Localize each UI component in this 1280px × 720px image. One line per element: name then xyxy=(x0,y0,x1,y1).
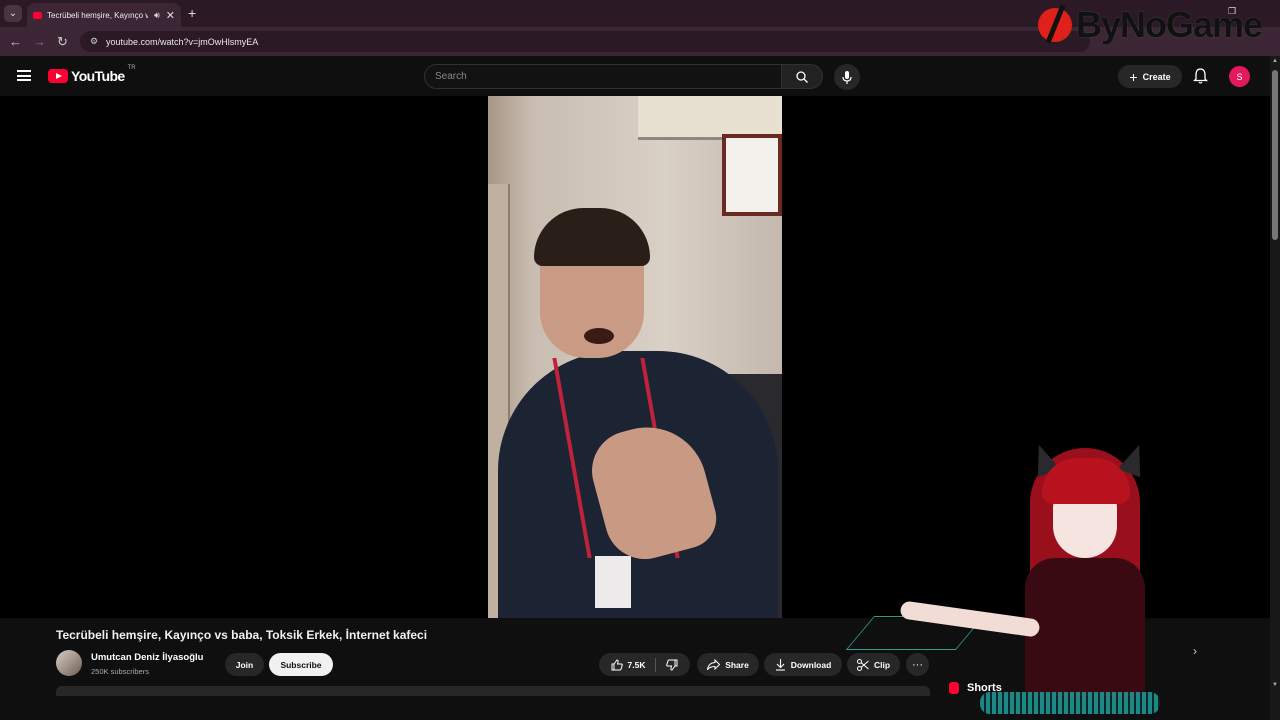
description-box[interactable] xyxy=(56,686,930,696)
scroll-down-arrow-icon[interactable]: ▼ xyxy=(1272,682,1278,688)
url-text: youtube.com/watch?v=jmOwHlsmyEA xyxy=(106,36,259,47)
person-mouth-image xyxy=(584,328,614,344)
scrollbar-thumb[interactable] xyxy=(1272,70,1278,240)
scroll-up-arrow-icon[interactable]: ▲ xyxy=(1272,58,1278,64)
channel-avatar[interactable] xyxy=(56,650,82,676)
like-count[interactable]: 7.5K xyxy=(628,660,646,670)
id-badge-image xyxy=(595,556,631,608)
youtube-wordmark: YouTube xyxy=(71,68,125,84)
share-icon xyxy=(707,659,721,670)
download-button[interactable]: Download xyxy=(764,653,842,676)
vtuber-body-image xyxy=(1025,558,1145,698)
video-frame[interactable] xyxy=(488,96,782,618)
site-settings-icon[interactable]: ⚙︎ xyxy=(88,36,100,48)
chevron-right-icon[interactable]: › xyxy=(1193,644,1197,658)
country-code: TR xyxy=(127,65,136,71)
forward-arrow-icon[interactable]: → xyxy=(33,34,46,49)
new-tab-icon[interactable]: + xyxy=(188,5,196,21)
menu-icon[interactable] xyxy=(17,70,31,81)
tab-title: Tecrübeli hemşire, Kayınço vs baba, Toks… xyxy=(47,10,149,20)
watermark-text: ByNoGame xyxy=(1076,4,1263,45)
youtube-header: YouTube TR Search + Create S xyxy=(0,56,1270,96)
channel-name[interactable]: Umutcan Deniz İlyasoğlu xyxy=(91,652,203,663)
create-button[interactable]: + Create xyxy=(1118,65,1182,88)
share-button[interactable]: Share xyxy=(697,653,759,676)
hologram-keyboard-image xyxy=(980,692,1160,714)
youtube-play-icon xyxy=(48,69,68,83)
download-label: Download xyxy=(790,659,832,670)
bynogame-logo-icon xyxy=(1038,8,1072,42)
browser-tab[interactable]: Tecrübeli hemşire, Kayınço vs baba, Toks… xyxy=(27,3,181,27)
join-button[interactable]: Join xyxy=(225,653,264,676)
notifications-bell-icon[interactable] xyxy=(1193,68,1208,84)
search-icon xyxy=(796,70,808,83)
youtube-logo[interactable]: YouTube TR xyxy=(48,65,136,84)
like-divider xyxy=(655,657,657,672)
vtuber-fringe-image xyxy=(1042,458,1130,504)
like-dislike-group: 7.5K xyxy=(599,653,690,676)
close-tab-icon[interactable]: ✕ xyxy=(166,9,175,22)
account-avatar[interactable]: S xyxy=(1229,66,1250,87)
plus-icon: + xyxy=(1129,68,1138,85)
download-icon xyxy=(775,658,785,671)
search-button[interactable] xyxy=(781,64,823,89)
subscriber-count: 250K subscribers xyxy=(91,667,149,676)
url-input[interactable]: ⚙︎ youtube.com/watch?v=jmOwHlsmyEA xyxy=(80,31,1090,52)
share-label: Share xyxy=(725,659,749,670)
bynogame-watermark: ByNoGame xyxy=(1038,2,1278,48)
speaker-icon[interactable]: 🔊︎ xyxy=(154,10,160,21)
create-label: Create xyxy=(1142,71,1171,82)
video-title: Tecrübeli hemşire, Kayınço vs baba, Toks… xyxy=(56,628,428,642)
voice-search-button[interactable] xyxy=(834,64,860,90)
wall-clock-image xyxy=(722,134,782,216)
page-scrollbar[interactable]: ▲ ▼ xyxy=(1270,56,1280,720)
microphone-icon xyxy=(842,70,852,84)
tab-search-dropdown-icon[interactable]: ⌄ xyxy=(4,5,22,22)
thumbs-down-icon[interactable] xyxy=(666,659,678,671)
back-arrow-icon[interactable]: ← xyxy=(9,34,22,49)
thumbs-up-icon[interactable] xyxy=(611,658,623,671)
search-input[interactable]: Search xyxy=(424,64,782,89)
youtube-favicon-icon xyxy=(33,11,42,19)
subscribe-button[interactable]: Subscribe xyxy=(269,653,333,676)
reload-icon[interactable]: ↻ xyxy=(57,34,68,50)
vtuber-avatar-overlay xyxy=(845,440,1160,720)
